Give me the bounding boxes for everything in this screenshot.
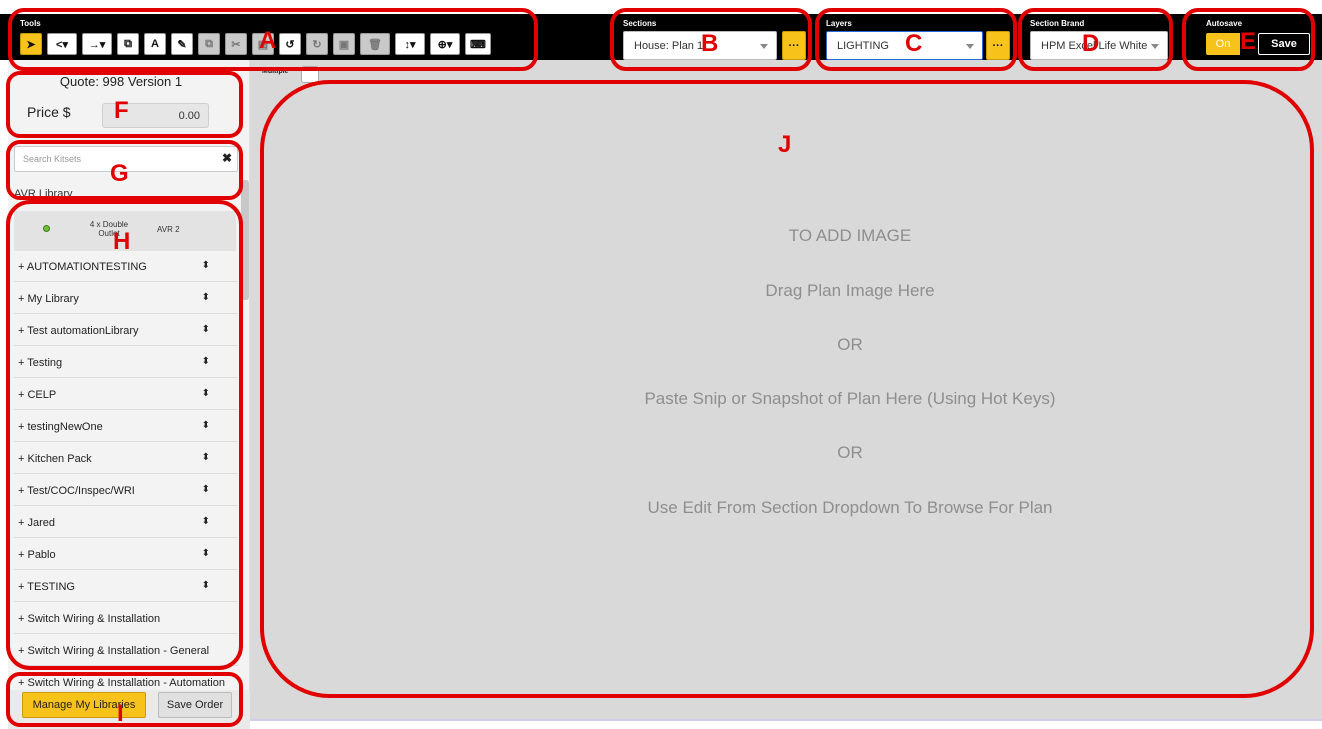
annotation-label: G (110, 160, 129, 187)
annotation-box (6, 672, 243, 727)
annotation-label: A (259, 27, 277, 54)
annotation-label: B (701, 30, 719, 57)
annotation-label: J (778, 131, 792, 158)
annotation-label: E (1240, 28, 1257, 55)
annotation-box (260, 80, 1314, 698)
canvas-bottom-border (250, 719, 1322, 721)
annotation-label: C (905, 30, 923, 57)
annotation-box (6, 200, 243, 670)
annotation-label: H (113, 228, 131, 255)
app-window: Tools ➤ <▾ →▾ ⧉ A ✎ ⧉ ✂ ▤ ↺ ↻ ▣ 🗑 ↕▾ ⊕▾ ⌨ Sections Hous… (0, 0, 1322, 729)
annotation-label: I (117, 700, 124, 727)
annotation-label: F (114, 97, 129, 124)
annotation-label: D (1082, 30, 1100, 57)
